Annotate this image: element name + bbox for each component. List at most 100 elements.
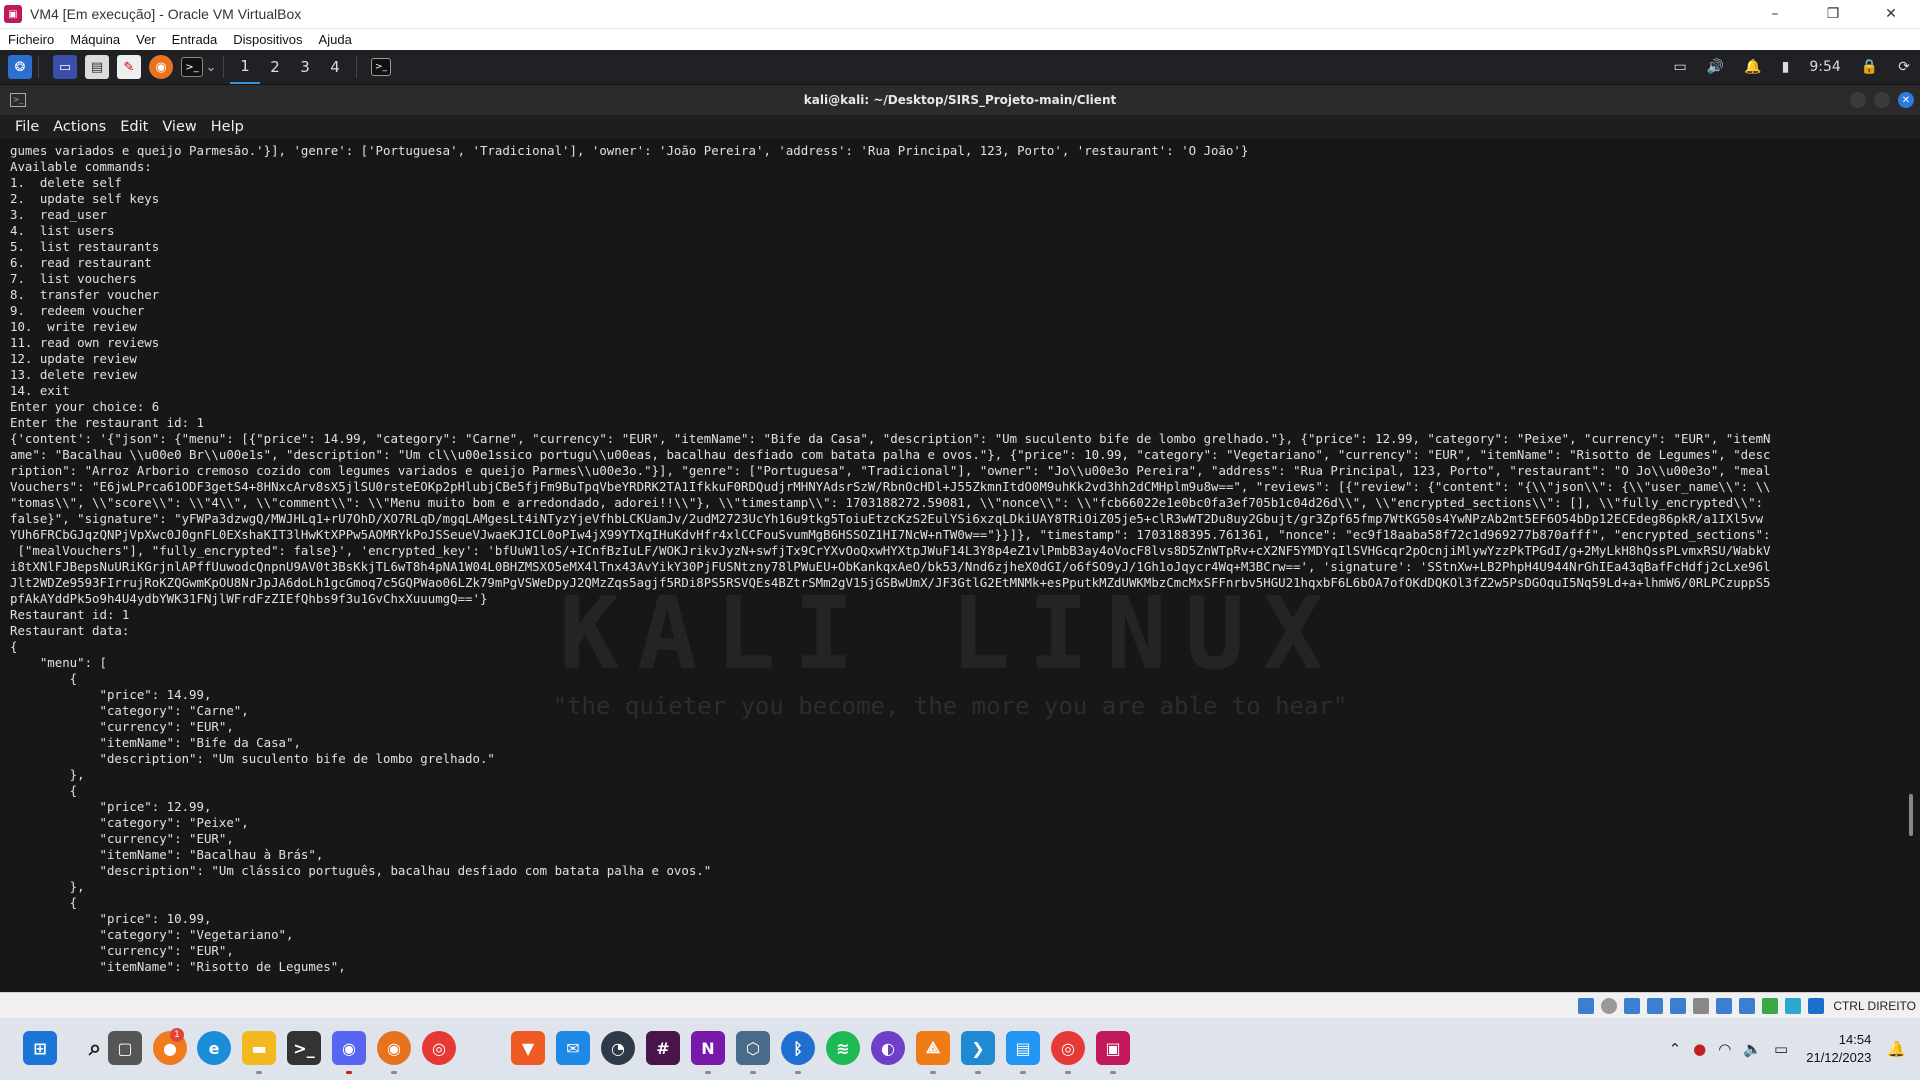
- chevron-down-icon[interactable]: ⌄: [205, 55, 217, 79]
- notification-bell-icon[interactable]: 🔔: [1744, 59, 1761, 75]
- battery-tray-icon[interactable]: ▭: [1774, 1040, 1788, 1058]
- speaker-icon[interactable]: 🔈: [1743, 1040, 1762, 1058]
- running-indicator: [975, 1071, 981, 1074]
- recording-icon[interactable]: [1739, 997, 1756, 1014]
- terminal-menu-help[interactable]: Help: [204, 119, 251, 135]
- github-desktop-icon[interactable]: ◐: [871, 1031, 905, 1065]
- window-controls: – ❐ ✕: [1746, 0, 1920, 28]
- bluetooth-app-icon[interactable]: ᛒ: [781, 1031, 815, 1065]
- terminal-window-icon: >_: [10, 93, 26, 107]
- restore-button[interactable]: ❐: [1804, 0, 1862, 28]
- security-tray-icon[interactable]: ●: [1693, 1040, 1706, 1058]
- menu-ajuda[interactable]: Ajuda: [311, 32, 360, 47]
- terminal-close-button[interactable]: ✕: [1898, 92, 1914, 108]
- volume-icon[interactable]: 🔊: [1707, 59, 1724, 75]
- terminal-title: kali@kali: ~/Desktop/SIRS_Projeto-main/C…: [803, 93, 1117, 107]
- vbox-menu-bar: Ficheiro Máquina Ver Entrada Dispositivo…: [0, 29, 1920, 50]
- spotify-icon[interactable]: ≋: [826, 1031, 860, 1065]
- firefox-icon[interactable]: ◉: [149, 55, 173, 79]
- terminal-menu-view[interactable]: View: [155, 119, 203, 135]
- file-manager-icon[interactable]: ▤: [85, 55, 109, 79]
- power-icon[interactable]: ⟳: [1898, 59, 1910, 75]
- chrome-profile-icon[interactable]: ◎: [1051, 1031, 1085, 1065]
- mouse-integration-icon[interactable]: [1785, 997, 1802, 1014]
- minimize-button[interactable]: –: [1746, 0, 1804, 28]
- terminal-body[interactable]: KALI LINUX "the quieter you become, the …: [0, 139, 1920, 992]
- vbox-status-bar: CTRL DIREITO: [0, 992, 1920, 1018]
- menu-maquina[interactable]: Máquina: [62, 32, 128, 47]
- hard-disk-icon[interactable]: [1624, 997, 1641, 1014]
- lock-icon[interactable]: 🔒: [1861, 59, 1878, 75]
- terminal-menu-file[interactable]: File: [0, 119, 46, 135]
- notepad-icon[interactable]: ▤: [1006, 1031, 1040, 1065]
- firefox-taskbar-icon[interactable]: ◉: [377, 1031, 411, 1065]
- terminal-output[interactable]: gumes variados e queijo Parmesão.'}], 'g…: [10, 143, 1771, 975]
- system-tray: ⌃ ● ◠ 🔈 ▭ 14:54 21/12/2023 🔔: [1663, 1018, 1920, 1080]
- edge-icon[interactable]: e: [197, 1031, 231, 1065]
- notification-center-icon[interactable]: 🔔: [1887, 1040, 1906, 1058]
- terminal-minimize-button[interactable]: [1850, 92, 1866, 108]
- brave-icon[interactable]: ▼: [511, 1031, 545, 1065]
- keyboard-capture-icon[interactable]: [1808, 997, 1825, 1014]
- terminal-task-icon[interactable]: >_: [371, 58, 391, 76]
- close-button[interactable]: ✕: [1862, 0, 1920, 28]
- slack-icon[interactable]: #: [646, 1031, 680, 1065]
- chrome-icon[interactable]: ◎: [422, 1031, 456, 1065]
- chevron-up-icon[interactable]: ⌃: [1669, 1040, 1682, 1058]
- running-indicator: [391, 1071, 397, 1074]
- taskbar-time: 14:54: [1838, 1032, 1872, 1047]
- workspace-2[interactable]: 2: [260, 50, 290, 84]
- mail-icon[interactable]: ✉: [556, 1031, 590, 1065]
- wifi-icon[interactable]: ◠: [1718, 1040, 1731, 1058]
- running-indicator: [1020, 1071, 1026, 1074]
- clock-app-icon[interactable]: ◔: [601, 1031, 635, 1065]
- shared-folders-icon[interactable]: [1693, 997, 1710, 1014]
- kali-menu-icon[interactable]: ❂: [8, 55, 32, 79]
- discord-icon[interactable]: ◉: [332, 1031, 366, 1065]
- text-editor-icon[interactable]: ✎: [117, 55, 141, 79]
- battery-icon[interactable]: ▮: [1782, 59, 1790, 75]
- sublime-merge-icon[interactable]: ⟁: [916, 1031, 950, 1065]
- cpu-status-icon[interactable]: [1762, 997, 1779, 1014]
- vscode-icon[interactable]: ❯: [961, 1031, 995, 1065]
- running-indicator: [930, 1071, 936, 1074]
- terminal-maximize-button[interactable]: [1874, 92, 1890, 108]
- terminal-launcher-icon[interactable]: >_: [181, 57, 203, 77]
- terminal-scrollbar[interactable]: [1909, 794, 1913, 836]
- workspace-3[interactable]: 3: [290, 50, 320, 84]
- virtualbox-app-icon: ▣: [4, 5, 22, 23]
- file-explorer-icon[interactable]: ▬: [242, 1031, 276, 1065]
- menu-dispositivos[interactable]: Dispositivos: [225, 32, 310, 47]
- terminal-menu-bar: File Actions Edit View Help: [0, 115, 1920, 139]
- usb-icon[interactable]: [1670, 997, 1687, 1014]
- workspace-4[interactable]: 4: [320, 50, 350, 84]
- network-status-icon[interactable]: [1647, 997, 1664, 1014]
- optical-drive-icon[interactable]: [1601, 997, 1618, 1014]
- windows-terminal-icon[interactable]: >_: [287, 1031, 321, 1065]
- taskbar-clock[interactable]: 14:54 21/12/2023: [1806, 1031, 1871, 1067]
- menu-entrada[interactable]: Entrada: [164, 32, 226, 47]
- terminal-menu-edit[interactable]: Edit: [113, 119, 155, 135]
- onenote-icon[interactable]: N: [691, 1031, 725, 1065]
- task-view-icon[interactable]: ▢: [108, 1031, 142, 1065]
- search-icon[interactable]: ⌕: [78, 1031, 112, 1065]
- menu-ver[interactable]: Ver: [128, 32, 164, 47]
- audio-status-icon[interactable]: [1578, 997, 1595, 1014]
- virtualbox-vm-icon[interactable]: ▣: [1096, 1031, 1130, 1065]
- display-icon[interactable]: ▭: [1674, 59, 1687, 75]
- terminal-window-buttons: ✕: [1842, 92, 1914, 108]
- display-status-icon[interactable]: [1716, 997, 1733, 1014]
- running-indicator: [256, 1071, 262, 1074]
- workspace-1[interactable]: 1: [230, 50, 260, 84]
- running-indicator: [705, 1071, 711, 1074]
- virtualbox-taskbar-icon[interactable]: ⬡: [736, 1031, 770, 1065]
- windows-start-icon[interactable]: ⊞: [23, 1031, 57, 1065]
- panel-clock[interactable]: 9:54: [1809, 59, 1840, 75]
- menu-ficheiro[interactable]: Ficheiro: [0, 32, 62, 47]
- taskbar-date: 21/12/2023: [1806, 1050, 1872, 1065]
- window-title: VM4 [Em execução] - Oracle VM VirtualBox: [30, 6, 302, 22]
- terminal-menu-actions[interactable]: Actions: [46, 119, 113, 135]
- panel-right-area: ▭ 🔊 🔔 ▮ 9:54 🔒 ⟳: [1664, 50, 1920, 84]
- running-indicator: [346, 1071, 352, 1074]
- show-desktop-icon[interactable]: ▭: [53, 55, 77, 79]
